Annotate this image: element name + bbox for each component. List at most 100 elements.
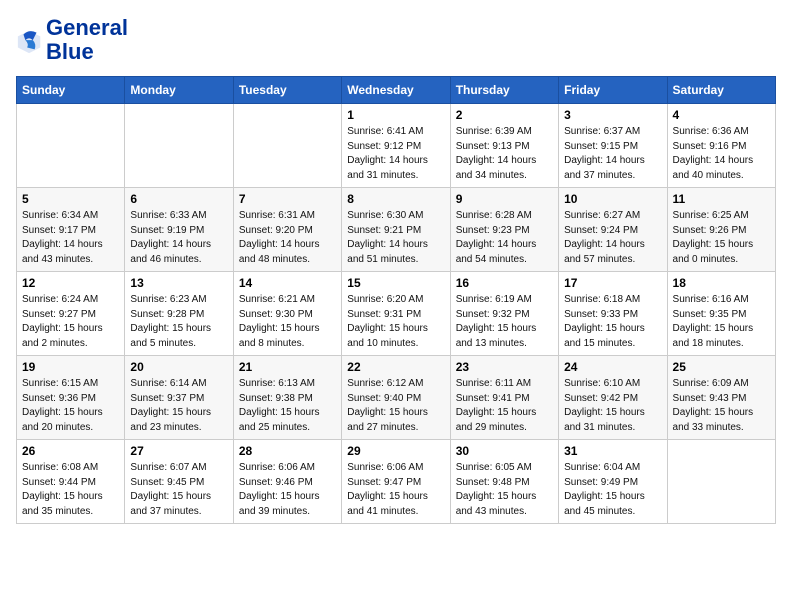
weekday-header-row: SundayMondayTuesdayWednesdayThursdayFrid… bbox=[17, 77, 776, 104]
day-info: Sunrise: 6:20 AM Sunset: 9:31 PM Dayligh… bbox=[347, 293, 444, 351]
day-info: Sunrise: 6:31 AM Sunset: 9:20 PM Dayligh… bbox=[239, 209, 336, 267]
day-number: 22 bbox=[347, 360, 444, 374]
calendar-cell: 28 Sunrise: 6:06 AM Sunset: 9:46 PM Dayli… bbox=[233, 440, 341, 524]
logo: General Blue bbox=[16, 16, 128, 64]
calendar-week-row: 5 Sunrise: 6:34 AM Sunset: 9:17 PM Daylig… bbox=[17, 188, 776, 272]
day-number: 20 bbox=[130, 360, 227, 374]
day-number: 5 bbox=[22, 192, 119, 206]
calendar-cell: 19 Sunrise: 6:15 AM Sunset: 9:36 PM Dayli… bbox=[17, 356, 125, 440]
day-number: 10 bbox=[564, 192, 661, 206]
day-info: Sunrise: 6:14 AM Sunset: 9:37 PM Dayligh… bbox=[130, 377, 227, 435]
day-number: 15 bbox=[347, 276, 444, 290]
day-info: Sunrise: 6:13 AM Sunset: 9:38 PM Dayligh… bbox=[239, 377, 336, 435]
day-number: 28 bbox=[239, 444, 336, 458]
calendar-cell: 24Sunrise: 6:10 AM Sunset: 9:42 PM Dayli… bbox=[559, 356, 667, 440]
calendar-cell: 30 Sunrise: 6:05 AM Sunset: 9:48 PM Dayli… bbox=[450, 440, 558, 524]
weekday-header-tuesday: Tuesday bbox=[233, 77, 341, 104]
calendar-cell: 1 Sunrise: 6:41 AM Sunset: 9:12 PM Daylig… bbox=[342, 104, 450, 188]
day-number: 29 bbox=[347, 444, 444, 458]
day-info: Sunrise: 6:06 AM Sunset: 9:47 PM Dayligh… bbox=[347, 461, 444, 519]
weekday-header-monday: Monday bbox=[125, 77, 233, 104]
day-info: Sunrise: 6:39 AM Sunset: 9:13 PM Dayligh… bbox=[456, 125, 553, 183]
day-number: 9 bbox=[456, 192, 553, 206]
logo-text-block: General Blue bbox=[46, 16, 128, 64]
calendar-cell bbox=[17, 104, 125, 188]
day-info: Sunrise: 6:27 AM Sunset: 9:24 PM Dayligh… bbox=[564, 209, 661, 267]
day-info: Sunrise: 6:06 AM Sunset: 9:46 PM Dayligh… bbox=[239, 461, 336, 519]
day-info: Sunrise: 6:11 AM Sunset: 9:41 PM Dayligh… bbox=[456, 377, 553, 435]
calendar-cell: 13 Sunrise: 6:23 AM Sunset: 9:28 PM Dayli… bbox=[125, 272, 233, 356]
day-number: 25 bbox=[673, 360, 770, 374]
day-number: 19 bbox=[22, 360, 119, 374]
weekday-header-thursday: Thursday bbox=[450, 77, 558, 104]
calendar-cell: 18Sunrise: 6:16 AM Sunset: 9:35 PM Dayli… bbox=[667, 272, 775, 356]
day-info: Sunrise: 6:33 AM Sunset: 9:19 PM Dayligh… bbox=[130, 209, 227, 267]
calendar-cell: 25 Sunrise: 6:09 AM Sunset: 9:43 PM Dayli… bbox=[667, 356, 775, 440]
calendar-week-row: 19 Sunrise: 6:15 AM Sunset: 9:36 PM Dayli… bbox=[17, 356, 776, 440]
day-number: 17 bbox=[564, 276, 661, 290]
day-info: Sunrise: 6:19 AM Sunset: 9:32 PM Dayligh… bbox=[456, 293, 553, 351]
day-info: Sunrise: 6:08 AM Sunset: 9:44 PM Dayligh… bbox=[22, 461, 119, 519]
logo-icon bbox=[16, 27, 44, 55]
calendar-cell bbox=[233, 104, 341, 188]
day-info: Sunrise: 6:34 AM Sunset: 9:17 PM Dayligh… bbox=[22, 209, 119, 267]
calendar-table: SundayMondayTuesdayWednesdayThursdayFrid… bbox=[16, 76, 776, 524]
day-number: 8 bbox=[347, 192, 444, 206]
day-info: Sunrise: 6:41 AM Sunset: 9:12 PM Dayligh… bbox=[347, 125, 444, 183]
calendar-cell bbox=[125, 104, 233, 188]
day-number: 6 bbox=[130, 192, 227, 206]
calendar-week-row: 26 Sunrise: 6:08 AM Sunset: 9:44 PM Dayli… bbox=[17, 440, 776, 524]
day-info: Sunrise: 6:04 AM Sunset: 9:49 PM Dayligh… bbox=[564, 461, 661, 519]
day-info: Sunrise: 6:07 AM Sunset: 9:45 PM Dayligh… bbox=[130, 461, 227, 519]
day-info: Sunrise: 6:30 AM Sunset: 9:21 PM Dayligh… bbox=[347, 209, 444, 267]
day-info: Sunrise: 6:09 AM Sunset: 9:43 PM Dayligh… bbox=[673, 377, 770, 435]
day-info: Sunrise: 6:25 AM Sunset: 9:26 PM Dayligh… bbox=[673, 209, 770, 267]
day-info: Sunrise: 6:21 AM Sunset: 9:30 PM Dayligh… bbox=[239, 293, 336, 351]
day-number: 2 bbox=[456, 108, 553, 122]
day-info: Sunrise: 6:15 AM Sunset: 9:36 PM Dayligh… bbox=[22, 377, 119, 435]
day-info: Sunrise: 6:24 AM Sunset: 9:27 PM Dayligh… bbox=[22, 293, 119, 351]
calendar-cell bbox=[667, 440, 775, 524]
calendar-cell: 23 Sunrise: 6:11 AM Sunset: 9:41 PM Dayli… bbox=[450, 356, 558, 440]
day-number: 23 bbox=[456, 360, 553, 374]
weekday-header-wednesday: Wednesday bbox=[342, 77, 450, 104]
calendar-cell: 17Sunrise: 6:18 AM Sunset: 9:33 PM Dayli… bbox=[559, 272, 667, 356]
day-number: 21 bbox=[239, 360, 336, 374]
day-number: 13 bbox=[130, 276, 227, 290]
calendar-cell: 16 Sunrise: 6:19 AM Sunset: 9:32 PM Dayli… bbox=[450, 272, 558, 356]
logo-name: General Blue bbox=[46, 16, 128, 64]
calendar-cell: 6 Sunrise: 6:33 AM Sunset: 9:19 PM Daylig… bbox=[125, 188, 233, 272]
calendar-cell: 27Sunrise: 6:07 AM Sunset: 9:45 PM Dayli… bbox=[125, 440, 233, 524]
calendar-cell: 5 Sunrise: 6:34 AM Sunset: 9:17 PM Daylig… bbox=[17, 188, 125, 272]
day-number: 4 bbox=[673, 108, 770, 122]
weekday-header-saturday: Saturday bbox=[667, 77, 775, 104]
calendar-cell: 10 Sunrise: 6:27 AM Sunset: 9:24 PM Dayli… bbox=[559, 188, 667, 272]
day-info: Sunrise: 6:05 AM Sunset: 9:48 PM Dayligh… bbox=[456, 461, 553, 519]
weekday-header-sunday: Sunday bbox=[17, 77, 125, 104]
calendar-week-row: 12 Sunrise: 6:24 AM Sunset: 9:27 PM Dayli… bbox=[17, 272, 776, 356]
calendar-cell: 26 Sunrise: 6:08 AM Sunset: 9:44 PM Dayli… bbox=[17, 440, 125, 524]
day-info: Sunrise: 6:23 AM Sunset: 9:28 PM Dayligh… bbox=[130, 293, 227, 351]
day-number: 24 bbox=[564, 360, 661, 374]
calendar-week-row: 1 Sunrise: 6:41 AM Sunset: 9:12 PM Daylig… bbox=[17, 104, 776, 188]
weekday-header-friday: Friday bbox=[559, 77, 667, 104]
day-number: 7 bbox=[239, 192, 336, 206]
day-number: 30 bbox=[456, 444, 553, 458]
day-number: 3 bbox=[564, 108, 661, 122]
calendar-cell: 4 Sunrise: 6:36 AM Sunset: 9:16 PM Daylig… bbox=[667, 104, 775, 188]
calendar-cell: 11Sunrise: 6:25 AM Sunset: 9:26 PM Dayli… bbox=[667, 188, 775, 272]
day-number: 26 bbox=[22, 444, 119, 458]
calendar-cell: 31Sunrise: 6:04 AM Sunset: 9:49 PM Dayli… bbox=[559, 440, 667, 524]
calendar-cell: 2 Sunrise: 6:39 AM Sunset: 9:13 PM Daylig… bbox=[450, 104, 558, 188]
calendar-cell: 22 Sunrise: 6:12 AM Sunset: 9:40 PM Dayli… bbox=[342, 356, 450, 440]
day-number: 1 bbox=[347, 108, 444, 122]
calendar-cell: 3 Sunrise: 6:37 AM Sunset: 9:15 PM Daylig… bbox=[559, 104, 667, 188]
calendar-cell: 8 Sunrise: 6:30 AM Sunset: 9:21 PM Daylig… bbox=[342, 188, 450, 272]
day-number: 12 bbox=[22, 276, 119, 290]
calendar-cell: 21 Sunrise: 6:13 AM Sunset: 9:38 PM Dayli… bbox=[233, 356, 341, 440]
page-header: General Blue bbox=[16, 16, 776, 64]
day-info: Sunrise: 6:37 AM Sunset: 9:15 PM Dayligh… bbox=[564, 125, 661, 183]
day-info: Sunrise: 6:12 AM Sunset: 9:40 PM Dayligh… bbox=[347, 377, 444, 435]
day-number: 16 bbox=[456, 276, 553, 290]
day-info: Sunrise: 6:36 AM Sunset: 9:16 PM Dayligh… bbox=[673, 125, 770, 183]
